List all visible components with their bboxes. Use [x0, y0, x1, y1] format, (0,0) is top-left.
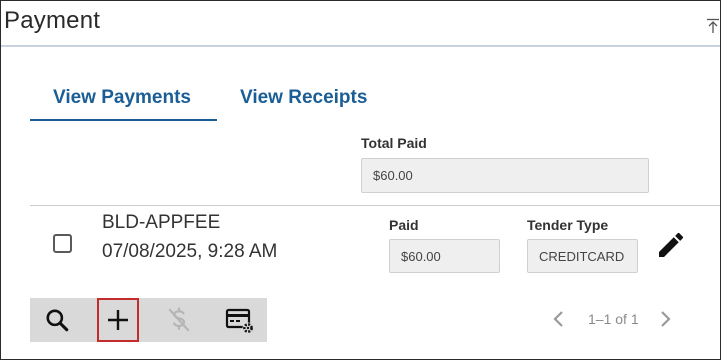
search-icon: [46, 309, 69, 332]
add-icon: [108, 310, 128, 330]
tender-type-field: CREDITCARD: [527, 239, 638, 273]
chevron-left-icon: [553, 311, 563, 327]
payment-settings-icon: [225, 308, 254, 334]
fee-code: BLD-APPFEE: [102, 212, 221, 233]
paid-amount-field: $60.00: [389, 239, 500, 273]
payment-panel: Payment View Payments View Receipts Tota…: [0, 0, 721, 360]
total-paid-field: $60.00: [361, 158, 649, 193]
edit-payment-button[interactable]: [655, 229, 687, 261]
page-title: Payment: [4, 7, 101, 34]
row-divider: [30, 205, 720, 206]
tab-view-receipts[interactable]: View Receipts: [240, 87, 367, 109]
void-payment-button[interactable]: [158, 298, 200, 342]
collapse-up-icon: [707, 18, 719, 33]
tender-type-label: Tender Type: [527, 217, 609, 233]
active-tab-indicator: [30, 119, 217, 121]
search-button[interactable]: [36, 298, 78, 342]
paid-label: Paid: [389, 217, 419, 233]
chevron-right-icon: [661, 311, 671, 327]
collapse-panel-button[interactable]: [706, 18, 720, 34]
payment-toolbar: [30, 298, 267, 342]
total-paid-label: Total Paid: [361, 135, 427, 151]
void-payment-icon: [168, 307, 190, 332]
next-page-button[interactable]: [657, 309, 673, 329]
pencil-icon: [659, 232, 684, 257]
payment-datetime: 07/08/2025, 9:28 AM: [102, 241, 278, 262]
previous-page-button[interactable]: [551, 309, 567, 329]
payment-row-checkbox[interactable]: [53, 234, 72, 253]
panel-header: Payment: [1, 1, 720, 47]
payment-settings-button[interactable]: [219, 298, 261, 342]
pagination-status: 1–1 of 1: [588, 311, 639, 327]
tab-view-payments[interactable]: View Payments: [53, 87, 191, 109]
add-payment-button[interactable]: [97, 298, 139, 342]
